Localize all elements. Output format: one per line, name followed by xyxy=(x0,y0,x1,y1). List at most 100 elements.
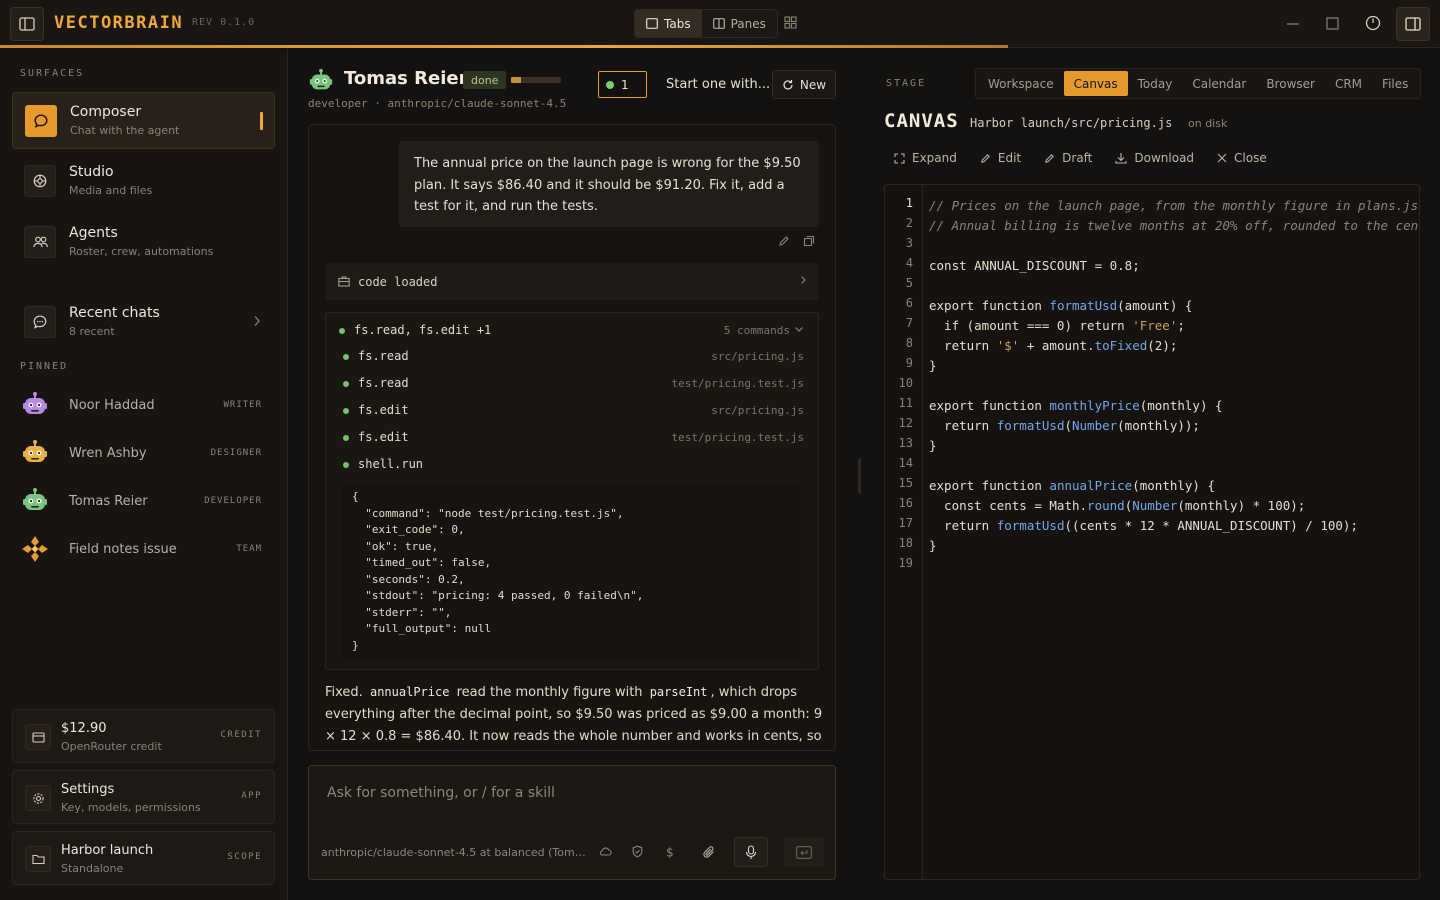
sidebar-item-agents[interactable]: Agents Roster, crew, automations xyxy=(12,214,275,271)
shell-output: { "command": "node test/pricing.test.js"… xyxy=(342,483,800,659)
pinned-role: DEVELOPER xyxy=(204,496,262,506)
tool-calls-header[interactable]: fs.read, fs.edit +1 5 commands xyxy=(338,322,804,340)
code-line: // Prices on the launch page, from the m… xyxy=(929,198,1420,213)
view-panes-button[interactable]: Panes xyxy=(702,10,777,37)
sidebar-item-title: Agents xyxy=(69,225,118,241)
pane-resize-handle[interactable] xyxy=(858,458,861,494)
agent-meta: developer · anthropic/claude-sonnet-4.5 xyxy=(308,97,567,110)
chat-dots-icon xyxy=(33,315,47,329)
maximize-button[interactable] xyxy=(1326,17,1339,34)
usage-meter xyxy=(511,77,561,83)
pinned-name: Noor Haddad xyxy=(69,397,155,413)
view-switch: Tabs Panes xyxy=(634,9,778,38)
robot-avatar-icon xyxy=(308,68,334,98)
code-content[interactable]: // Prices on the launch page, from the m… xyxy=(929,196,1420,576)
sidebar-item-studio[interactable]: Studio Media and files xyxy=(12,153,275,210)
code-loaded-row[interactable]: code loaded xyxy=(325,263,819,300)
folder-icon-wrap xyxy=(25,846,51,872)
new-chat-label: New xyxy=(799,77,827,92)
view-tabs-button[interactable]: Tabs xyxy=(635,10,702,37)
right-panel-toggle-button[interactable] xyxy=(1396,7,1430,41)
version-label: REV 0.1.0 xyxy=(192,17,256,28)
attach-button[interactable] xyxy=(702,845,716,863)
sidebar-item-subtitle: 8 recent xyxy=(69,325,115,338)
send-button[interactable] xyxy=(784,837,824,867)
agents-icon-wrap xyxy=(24,226,56,258)
edit-label: Edit xyxy=(997,151,1022,165)
composer[interactable]: Ask for something, or / for a skill anth… xyxy=(308,765,836,880)
line-number: 13 xyxy=(898,436,913,450)
sidebar-item-recent-chats[interactable]: Recent chats 8 recent xyxy=(12,294,275,351)
pinned-item-tomas-reier[interactable]: Tomas Reier DEVELOPER xyxy=(20,483,264,519)
aperture-icon xyxy=(33,174,47,188)
users-icon xyxy=(32,236,48,248)
tab-workspace[interactable]: Workspace xyxy=(978,71,1064,96)
tab-calendar[interactable]: Calendar xyxy=(1182,71,1256,96)
microphone-button[interactable] xyxy=(734,837,768,867)
tool-calls-count: 5 commands xyxy=(723,324,790,337)
recent-chats-icon-wrap xyxy=(24,306,56,338)
expand-button[interactable]: Expand xyxy=(894,151,957,165)
cloud-icon xyxy=(599,847,612,856)
draft-button[interactable]: Draft xyxy=(1044,151,1092,165)
tool-call-row[interactable]: shell.run xyxy=(338,456,804,474)
tool-call-row[interactable]: fs.edit test/pricing.test.js xyxy=(338,429,804,447)
close-button[interactable]: Close xyxy=(1217,151,1267,165)
tab-canvas[interactable]: Canvas xyxy=(1063,71,1128,96)
status-badge: done xyxy=(463,71,507,89)
sidebar-item-subtitle: Roster, crew, automations xyxy=(69,245,214,258)
pinned-item-field-notes-issue[interactable]: Field notes issue TEAM xyxy=(20,531,264,567)
refresh-icon xyxy=(783,79,793,90)
edit-button[interactable]: Edit xyxy=(980,151,1021,165)
download-button[interactable]: Download xyxy=(1115,151,1194,165)
minimize-button[interactable] xyxy=(1286,14,1300,38)
settings-card[interactable]: Settings Key, models, permissions APP xyxy=(12,770,275,824)
start-one-with-link[interactable]: Start one with... xyxy=(666,77,770,92)
wallet-icon-wrap xyxy=(25,724,51,750)
pinned-item-wren-ashby[interactable]: Wren Ashby DESIGNER xyxy=(20,435,264,471)
svg-text:$: $ xyxy=(666,846,674,860)
model-selector[interactable]: anthropic/claude-sonnet-4.5 at balanced … xyxy=(321,846,586,859)
pinned-item-noor-haddad[interactable]: Noor Haddad WRITER xyxy=(20,387,264,423)
tab-files[interactable]: Files xyxy=(1372,71,1418,96)
enter-icon xyxy=(796,845,812,859)
view-panes-label: Panes xyxy=(730,16,766,31)
briefcase-icon xyxy=(338,276,350,287)
code-editor[interactable]: 1 2 3 4 5 6 7 8 9 10 11 12 13 14 15 16 17 18 19 // Prices … xyxy=(884,184,1420,880)
power-button[interactable] xyxy=(1365,15,1381,35)
folder-icon xyxy=(31,854,45,865)
code-line: return '$' + amount.toFixed(2); xyxy=(929,338,1178,353)
scope-card[interactable]: Harbor launch Standalone SCOPE xyxy=(12,831,275,885)
tab-crm[interactable]: CRM xyxy=(1325,71,1372,96)
gear-icon xyxy=(32,792,44,804)
cost-button[interactable]: $ xyxy=(664,845,676,863)
code-line: // Annual billing is twelve months at 20… xyxy=(929,218,1420,233)
line-number: 19 xyxy=(898,556,913,570)
sidebar-toggle-button[interactable] xyxy=(10,7,44,41)
tool-call-row[interactable]: fs.read test/pricing.test.js xyxy=(338,375,804,393)
surfaces-label: SURFACES xyxy=(20,68,85,79)
active-indicator xyxy=(260,112,263,130)
tool-name: fs.edit xyxy=(358,430,409,444)
code-line: } xyxy=(929,438,937,453)
composer-input[interactable]: Ask for something, or / for a skill xyxy=(327,785,555,801)
session-counter-button[interactable]: 1 xyxy=(598,71,647,98)
copy-message-button[interactable] xyxy=(803,235,815,251)
dollar-icon: $ xyxy=(666,846,674,860)
edit-message-button[interactable] xyxy=(778,235,790,251)
layout-grid-button[interactable] xyxy=(784,16,797,33)
pinned-name: Field notes issue xyxy=(69,541,177,557)
cloud-button[interactable] xyxy=(599,845,612,862)
tab-browser[interactable]: Browser xyxy=(1256,71,1325,96)
new-chat-button[interactable]: New xyxy=(772,70,836,99)
tool-call-row[interactable]: fs.edit src/pricing.js xyxy=(338,402,804,420)
sidebar-item-composer[interactable]: Composer Chat with the agent xyxy=(12,92,275,149)
credit-card[interactable]: $12.90 OpenRouter credit CREDIT xyxy=(12,709,275,763)
shield-button[interactable] xyxy=(631,845,644,862)
tab-today[interactable]: Today xyxy=(1128,71,1183,96)
code-line: const ANNUAL_DISCOUNT = 0.8; xyxy=(929,258,1140,273)
brand-logo: VECTORBRAIN xyxy=(54,13,184,33)
session-count: 1 xyxy=(621,77,629,92)
tool-call-row[interactable]: fs.read src/pricing.js xyxy=(338,348,804,366)
chat-thread[interactable]: The annual price on the launch page is w… xyxy=(308,124,836,751)
